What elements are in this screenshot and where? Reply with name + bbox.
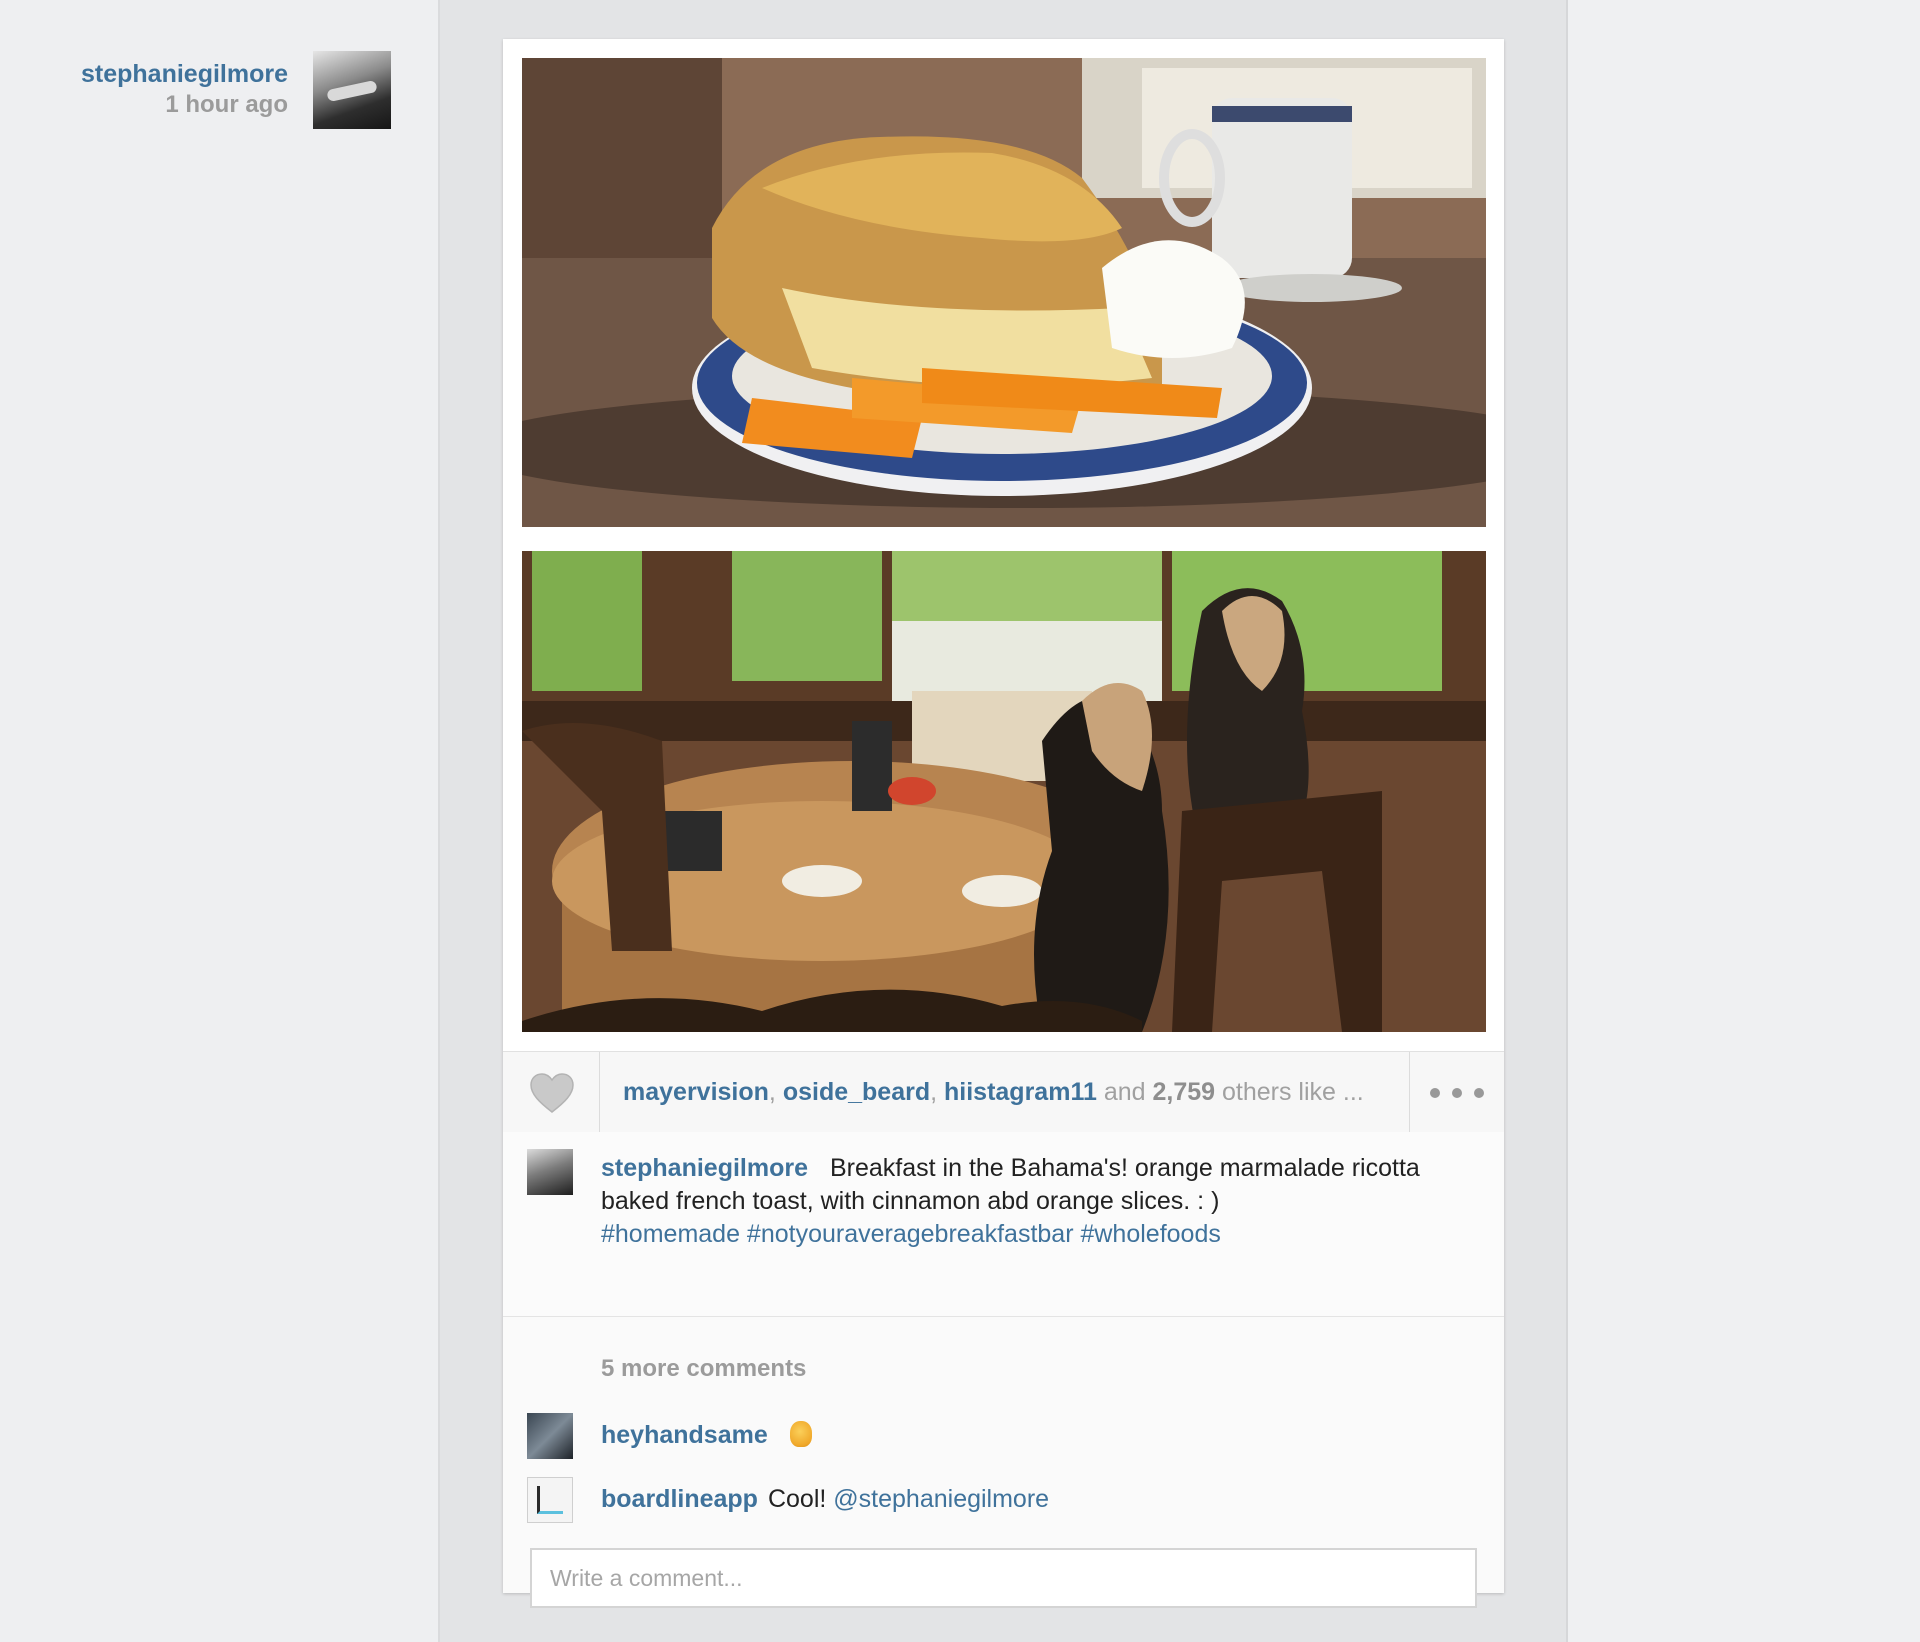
like-button[interactable]: [503, 1052, 600, 1132]
post-action-bar: mayervision, oside_beard, hiistagram11 a…: [503, 1051, 1504, 1133]
right-column: [1568, 0, 1920, 1642]
comment-item: heyhandsame: [527, 1413, 1487, 1461]
likes-and-text: and: [1096, 1078, 1153, 1106]
poster-info: stephaniegilmore 1 hour ago: [81, 58, 288, 120]
comment-avatar[interactable]: [527, 1413, 573, 1459]
comment-input[interactable]: [530, 1548, 1477, 1608]
post-card: mayervision, oside_beard, hiistagram11 a…: [503, 39, 1504, 1608]
comment-username[interactable]: heyhandsame: [601, 1421, 768, 1449]
post-photo-dining[interactable]: [522, 551, 1486, 1032]
post-photo-food[interactable]: [522, 58, 1486, 527]
comment-avatar[interactable]: [527, 1477, 573, 1523]
comments-section: 5 more comments heyhandsame boardlineapp…: [503, 1317, 1504, 1608]
ok-hand-emoji: [789, 1421, 812, 1447]
comment-item: boardlineapp Cool! @stephaniegilmore: [527, 1477, 1487, 1525]
load-more-comments[interactable]: 5 more comments: [601, 1355, 806, 1383]
comment-body: Cool!: [767, 1485, 827, 1513]
post-caption: stephaniegilmore Breakfast in the Bahama'…: [503, 1132, 1504, 1318]
comment-mention[interactable]: @stephaniegilmore: [833, 1485, 1049, 1513]
more-options-icon: [1430, 1088, 1440, 1098]
likes-separator: ,: [768, 1078, 783, 1106]
liker-link[interactable]: mayervision: [623, 1078, 769, 1106]
post-timestamp[interactable]: 1 hour ago: [81, 90, 288, 120]
caption-avatar[interactable]: [527, 1149, 573, 1195]
likes-summary: mayervision, oside_beard, hiistagram11 a…: [623, 1076, 1383, 1108]
caption-hashtags[interactable]: #homemade #notyouraveragebreakfastbar #w…: [601, 1218, 1481, 1251]
likes-count[interactable]: 2,759: [1152, 1078, 1215, 1106]
poster-avatar[interactable]: [313, 51, 391, 129]
comment-text: heyhandsame: [601, 1419, 812, 1451]
food-illustration: [522, 58, 1486, 527]
left-column: stephaniegilmore 1 hour ago: [0, 0, 440, 1642]
caption-text: stephaniegilmore Breakfast in the Bahama'…: [601, 1152, 1481, 1251]
dining-illustration: [522, 551, 1486, 1032]
more-options-button[interactable]: [1409, 1052, 1504, 1132]
likes-separator: ,: [930, 1078, 945, 1106]
boardline-logo-icon: [537, 1486, 563, 1514]
more-options-dot: [1474, 1088, 1484, 1098]
heart-icon: [530, 1073, 574, 1113]
avatar-figure: [326, 79, 378, 103]
liker-link[interactable]: hiistagram11: [944, 1078, 1097, 1106]
caption-username[interactable]: stephaniegilmore: [601, 1154, 808, 1182]
poster-username[interactable]: stephaniegilmore: [81, 58, 288, 90]
liker-link[interactable]: oside_beard: [783, 1078, 930, 1106]
comment-text: boardlineapp Cool! @stephaniegilmore: [601, 1483, 1049, 1515]
likes-others-text[interactable]: others like ...: [1215, 1078, 1364, 1106]
comment-username[interactable]: boardlineapp: [601, 1485, 758, 1513]
more-options-dot: [1452, 1088, 1462, 1098]
